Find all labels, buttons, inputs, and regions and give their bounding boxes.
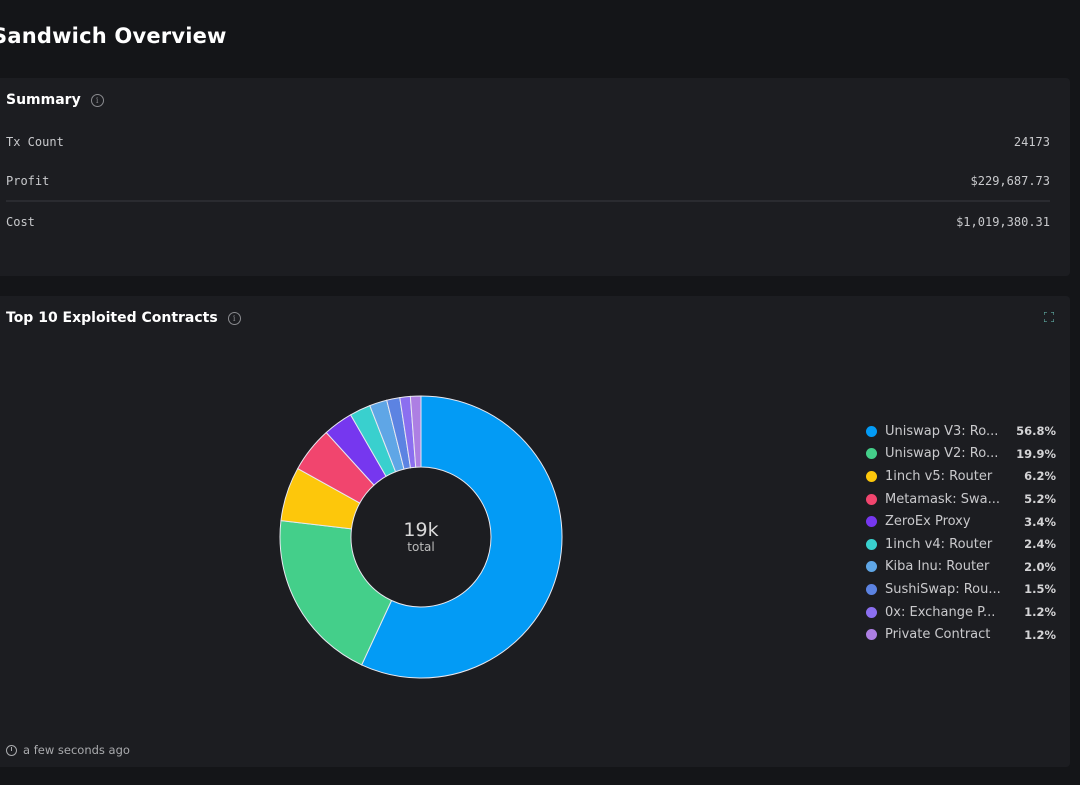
page-title: Sandwich Overview — [0, 24, 227, 48]
legend-label: 1inch v4: Router — [885, 536, 993, 552]
legend-value: 56.8% — [1016, 424, 1056, 439]
summary-value: $229,687.73 — [970, 173, 1050, 188]
legend-item[interactable]: Private Contract 1.2% — [866, 623, 1056, 646]
donut-svg — [279, 395, 563, 679]
legend-label: Private Contract — [885, 627, 991, 643]
legend-label: SushiSwap: Rou... — [885, 581, 1001, 597]
legend-color-dot — [866, 629, 877, 641]
legend-label: Uniswap V2: Ro... — [885, 446, 999, 462]
legend-label: 0x: Exchange P... — [885, 604, 996, 620]
summary-row-cost: Cost $1,019,380.31 — [6, 200, 1050, 241]
last-updated-text: a few seconds ago — [23, 743, 130, 757]
legend-label: Uniswap V3: Ro... — [885, 423, 999, 439]
legend-item[interactable]: ZeroEx Proxy 3.4% — [866, 510, 1056, 533]
summary-title: Summary — [6, 92, 81, 108]
legend-value: 2.0% — [1024, 559, 1056, 574]
legend-color-dot — [866, 538, 877, 550]
legend-label: ZeroEx Proxy — [885, 514, 971, 530]
summary-row-tx-count: Tx Count 24173 — [6, 122, 1050, 161]
legend-item[interactable]: Kiba Inu: Router 2.0% — [866, 556, 1056, 579]
summary-label: Cost — [6, 214, 35, 229]
summary-panel: Summary i Tx Count 24173 Profit $229,687… — [0, 78, 1070, 276]
summary-label: Tx Count — [6, 134, 64, 149]
legend-color-dot — [866, 493, 877, 505]
legend-color-dot — [866, 561, 877, 573]
legend-color-dot — [866, 583, 877, 595]
legend-color-dot — [866, 448, 877, 460]
legend-item[interactable]: SushiSwap: Rou... 1.5% — [866, 578, 1056, 601]
donut-chart: 19k total — [276, 392, 566, 682]
legend-value: 1.2% — [1024, 627, 1056, 642]
contracts-panel: Top 10 Exploited Contracts i 19k total U… — [0, 296, 1070, 767]
summary-value: 24173 — [1013, 134, 1050, 149]
legend-value: 5.2% — [1024, 492, 1056, 507]
clock-icon — [6, 744, 17, 756]
legend-color-dot — [866, 425, 877, 437]
contracts-title: Top 10 Exploited Contracts — [6, 310, 218, 326]
contracts-header: Top 10 Exploited Contracts i — [6, 310, 241, 326]
chart-legend: Uniswap V3: Ro... 56.8% Uniswap V2: Ro... 1… — [866, 420, 1056, 646]
legend-color-dot — [866, 470, 877, 482]
expand-icon[interactable] — [1044, 312, 1054, 322]
legend-value: 2.4% — [1024, 537, 1056, 552]
legend-label: Kiba Inu: Router — [885, 559, 990, 575]
legend-item[interactable]: Uniswap V2: Ro... 19.9% — [866, 443, 1056, 466]
last-updated: a few seconds ago — [6, 743, 130, 757]
legend-value: 1.2% — [1024, 605, 1056, 620]
legend-item[interactable]: Uniswap V3: Ro... 56.8% — [866, 420, 1056, 443]
info-icon[interactable]: i — [90, 93, 104, 107]
summary-header: Summary i — [6, 92, 104, 108]
legend-value: 3.4% — [1024, 514, 1056, 529]
legend-color-dot — [866, 606, 877, 618]
legend-value: 1.5% — [1024, 582, 1056, 597]
legend-value: 19.9% — [1016, 446, 1056, 461]
legend-item[interactable]: Metamask: Swa... 5.2% — [866, 488, 1056, 511]
legend-item[interactable]: 0x: Exchange P... 1.2% — [866, 601, 1056, 624]
summary-label: Profit — [6, 173, 50, 188]
legend-label: 1inch v5: Router — [885, 468, 993, 484]
summary-row-profit: Profit $229,687.73 — [6, 161, 1050, 200]
legend-item[interactable]: 1inch v4: Router 2.4% — [866, 533, 1056, 556]
summary-value: $1,019,380.31 — [956, 214, 1050, 229]
legend-color-dot — [866, 516, 877, 528]
legend-label: Metamask: Swa... — [885, 491, 1000, 507]
info-icon[interactable]: i — [227, 311, 241, 325]
legend-value: 6.2% — [1024, 469, 1056, 484]
legend-item[interactable]: 1inch v5: Router 6.2% — [866, 465, 1056, 488]
